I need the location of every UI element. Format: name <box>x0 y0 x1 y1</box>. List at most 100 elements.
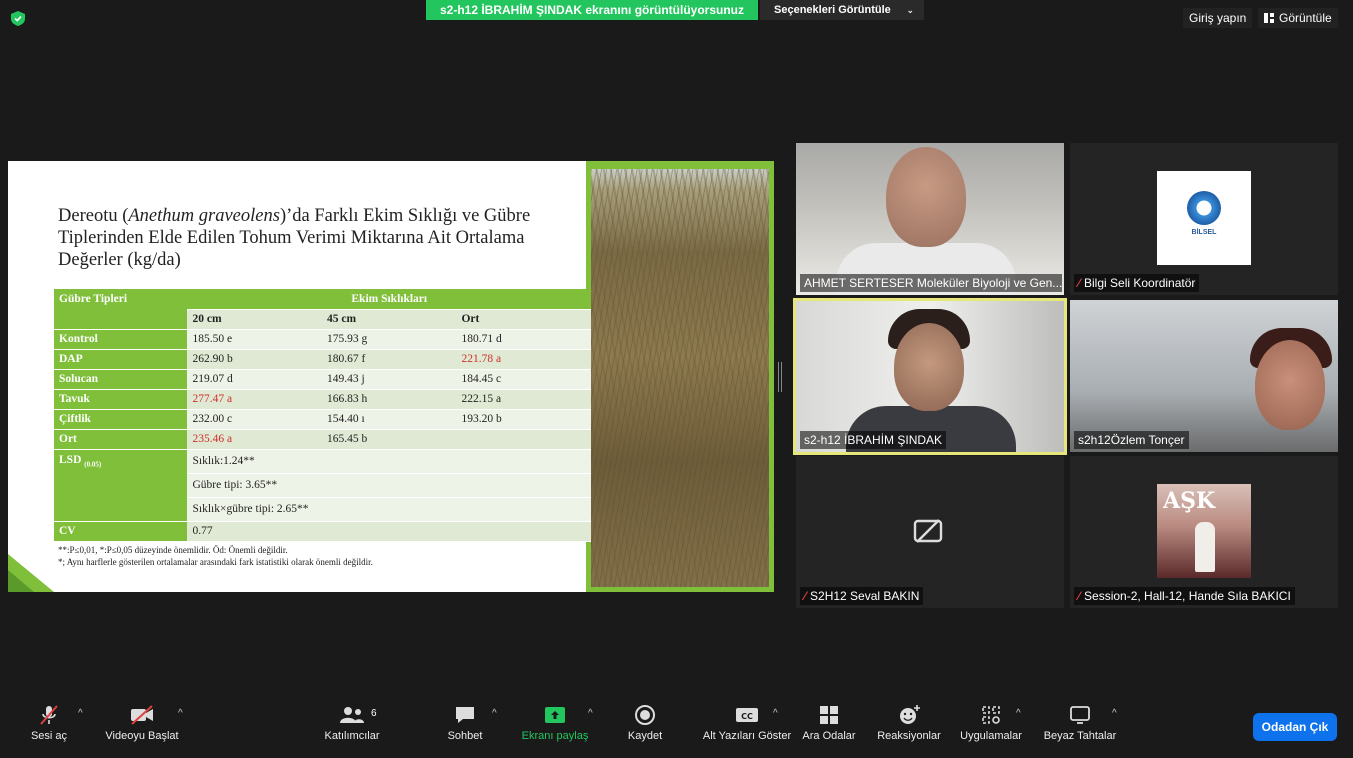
video-face <box>1255 340 1325 430</box>
cell: 175.93 g <box>321 329 457 350</box>
participant-name: Session-2, Hall-12, Hande Sıla BAKICI <box>1084 589 1291 603</box>
cell: 180.71 d <box>456 329 591 350</box>
table-row: DAP 262.90 b 180.67 f 221.78 a <box>54 349 591 370</box>
video-face <box>886 147 966 247</box>
avatar: AŞK <box>1157 484 1251 578</box>
cell: 149.43 j <box>321 369 457 390</box>
slide-title-part1: Dereotu ( <box>58 206 129 226</box>
cell: 262.90 b <box>187 349 322 370</box>
cell-highlight: 221.78 a <box>456 349 591 370</box>
cell: 232.00 c <box>187 409 322 430</box>
share-screen-label: Ekranı paylaş <box>521 730 589 742</box>
participant-tile[interactable]: AHMET SERTESER Moleküler Biyoloji ve Gen… <box>796 143 1064 295</box>
breakout-rooms-icon <box>820 706 838 724</box>
svg-text:CC: CC <box>741 712 753 721</box>
avatar-figure <box>1195 522 1215 572</box>
participants-button[interactable]: Katılımcılar <box>312 704 392 742</box>
mic-muted-icon: ⁄ <box>804 589 807 603</box>
lsd-value: Gübre tipi: 3.65** <box>187 473 591 498</box>
cell: 184.45 c <box>456 369 591 390</box>
video-camera-off-icon <box>131 705 153 725</box>
row-label: DAP <box>54 349 188 370</box>
captions-label: Alt Yazıları Göster <box>702 730 792 742</box>
row-label: Tavuk <box>54 389 188 410</box>
caret-up-icon[interactable]: ^ <box>492 708 497 719</box>
mic-muted-icon: ⁄ <box>1078 589 1081 603</box>
participant-tile[interactable]: s2h12Özlem Tonçer <box>1070 300 1338 452</box>
table-row: LSD (0.05) Sıklık:1.24** <box>54 449 591 522</box>
table-row: Solucan 219.07 d 149.43 j 184.45 c <box>54 369 591 390</box>
participants-count: 6 <box>371 708 377 719</box>
reactions-label: Reaksiyonlar <box>877 730 941 742</box>
dill-field-photo <box>591 169 769 587</box>
participant-name: S2H12 Seval BAKIN <box>810 589 920 603</box>
participant-tile[interactable]: AŞK ⁄ Session-2, Hall-12, Hande Sıla BAKI… <box>1070 456 1338 608</box>
note-line-2: *; Aynı harflerle gösterilen ortalamalar… <box>58 557 373 567</box>
participant-name: s2-h12 İBRAHİM ŞINDAK <box>800 431 947 449</box>
bilsel-logo-icon <box>1187 191 1221 225</box>
share-screen-button[interactable]: Ekranı paylaş <box>516 704 594 742</box>
lsd-sub: (0.05) <box>84 459 102 468</box>
record-button[interactable]: Kaydet <box>620 704 670 742</box>
row-label: Solucan <box>54 369 188 390</box>
participant-tile-active-speaker[interactable]: s2-h12 İBRAHİM ŞINDAK <box>793 298 1067 455</box>
table-row: Kontrol 185.50 e 175.93 g 180.71 d <box>54 329 591 350</box>
cell: 222.15 a <box>456 389 591 410</box>
row-label: Ort <box>54 429 188 450</box>
caret-up-icon[interactable]: ^ <box>178 708 183 719</box>
video-face <box>894 323 964 411</box>
cell: 219.07 d <box>187 369 322 390</box>
view-options-button[interactable]: Seçenekleri Görüntüle ⌄ <box>760 0 924 20</box>
participant-tile[interactable]: BİLSEL ⁄ Bilgi Seli Koordinatör <box>1070 143 1338 295</box>
mic-muted-icon: ⁄ <box>1078 276 1081 290</box>
caret-up-icon[interactable]: ^ <box>78 708 83 719</box>
row-label: Çiftlik <box>54 409 188 430</box>
chat-label: Sohbet <box>447 730 483 742</box>
whiteboards-button[interactable]: Beyaz Tahtalar <box>1038 704 1122 742</box>
captions-button[interactable]: CC Alt Yazıları Göster <box>698 704 796 742</box>
view-button-label: Görüntüle <box>1279 11 1332 25</box>
panel-resize-handle[interactable] <box>778 362 782 392</box>
shared-screen-slide: Dereotu (Anethum graveolens)’da Farklı E… <box>8 161 774 592</box>
reactions-button[interactable]: Reaksiyonlar <box>872 704 946 742</box>
slide-title: Dereotu (Anethum graveolens)’da Farklı E… <box>58 205 578 271</box>
cv-value: 0.77 <box>187 521 591 542</box>
cell <box>456 429 591 450</box>
caret-up-icon[interactable]: ^ <box>588 708 593 719</box>
participant-name: s2h12Özlem Tonçer <box>1074 431 1189 449</box>
view-options-label: Seçenekleri Görüntüle <box>774 4 891 16</box>
participant-tile[interactable]: ⁄ S2H12 Seval BAKIN <box>796 456 1064 608</box>
record-label: Kaydet <box>627 730 663 742</box>
leave-room-button[interactable]: Odadan Çık <box>1253 713 1337 741</box>
caret-up-icon[interactable]: ^ <box>773 708 778 719</box>
view-button[interactable]: Görüntüle <box>1258 8 1338 28</box>
lsd-value: Sıklık:1.24** <box>187 449 591 474</box>
subheader-20cm: 20 cm <box>187 309 322 330</box>
cell: 165.45 b <box>321 429 457 450</box>
start-video-button[interactable]: Videoyu Başlat <box>100 704 184 742</box>
participant-name: Bilgi Seli Koordinatör <box>1084 276 1196 290</box>
table-row: Çiftlik 232.00 c 154.40 ı 193.20 b <box>54 409 591 430</box>
cell: 180.67 f <box>321 349 457 370</box>
caret-up-icon[interactable]: ^ <box>1016 708 1021 719</box>
login-button[interactable]: Giriş yapın <box>1183 8 1253 28</box>
cell: 185.50 e <box>187 329 322 350</box>
header-ekim-sikliklari: Ekim Sıklıkları <box>187 289 591 310</box>
cell-highlight: 235.46 a <box>187 429 322 450</box>
row-label-cv: CV <box>54 521 188 542</box>
screen-share-banner: s2-h12 İBRAHİM ŞINDAK ekranını görüntülü… <box>426 0 758 20</box>
slide-notes: **:P≤0,01, *:P≤0,05 düzeyinde önemlidir.… <box>58 544 373 568</box>
security-shield-icon[interactable] <box>11 11 25 26</box>
top-bar: s2-h12 İBRAHİM ŞINDAK ekranını görüntülü… <box>0 0 1353 38</box>
unmute-button[interactable]: Sesi aç <box>24 704 74 742</box>
caret-up-icon[interactable]: ^ <box>1112 708 1117 719</box>
lsd-label: LSD <box>59 453 82 466</box>
unmute-label: Sesi aç <box>30 730 68 742</box>
chat-button[interactable]: Sohbet <box>440 704 490 742</box>
slide-title-italic: Anethum graveolens <box>128 206 280 226</box>
yield-table: Gübre Tipleri Ekim Sıklıkları 20 cm 45 c… <box>54 289 591 542</box>
participants-icon <box>340 707 364 723</box>
lsd-value: Sıklık×gübre tipi: 2.65** <box>187 497 591 522</box>
breakout-rooms-button[interactable]: Ara Odalar <box>798 704 860 742</box>
subheader-ort: Ort <box>456 309 591 330</box>
